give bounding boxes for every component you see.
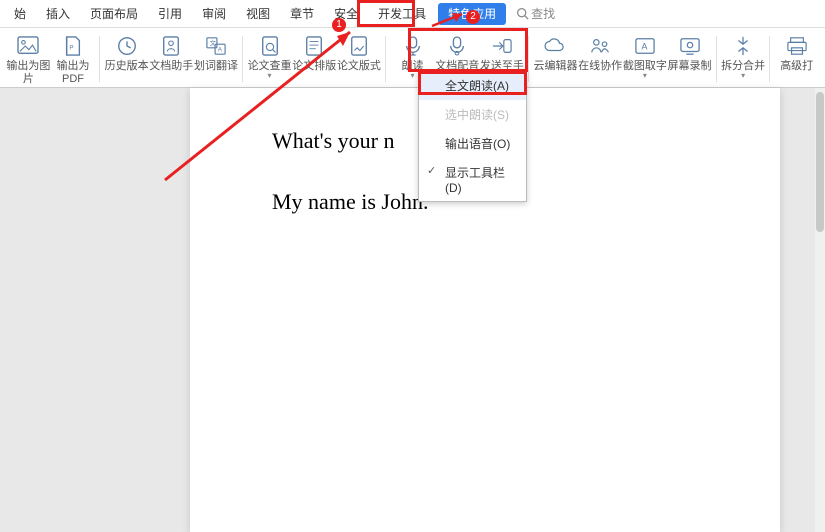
paper-format-button[interactable]: 论文版式 (337, 32, 382, 86)
print-icon (786, 36, 808, 56)
tab-insert[interactable]: 插入 (36, 0, 80, 28)
dropdown-show-toolbar[interactable]: ✓显示工具栏(D) (419, 158, 526, 201)
tab-special-apps[interactable]: 特色应用 (438, 3, 506, 25)
export-image-button[interactable]: 输出为图片 (6, 32, 51, 86)
dropdown-output-voice[interactable]: 输出语音(O) (419, 129, 526, 158)
tab-review[interactable]: 审阅 (192, 0, 236, 28)
svg-text:A: A (641, 42, 648, 52)
online-collab-button[interactable]: 在线协作 (578, 32, 623, 86)
pdf-icon: P (63, 35, 83, 57)
cloud-editor-button[interactable]: 云编辑器 (533, 32, 578, 86)
paper-format-icon (349, 35, 369, 57)
svg-text:文: 文 (210, 38, 217, 47)
assistant-icon (161, 35, 181, 57)
send-phone-icon (491, 36, 513, 56)
read-aloud-dropdown: 全文朗读(A) 选中朗读(S) 输出语音(O) ✓显示工具栏(D) (418, 70, 527, 202)
history-button[interactable]: 历史版本 (104, 32, 149, 86)
tab-start[interactable]: 始 (4, 0, 36, 28)
chevron-down-icon: ▾ (268, 71, 272, 80)
split-merge-icon (733, 35, 753, 57)
collab-icon (589, 36, 611, 56)
export-pdf-button[interactable]: P输出为PDF (51, 32, 96, 86)
menu-tab-bar: 始 插入 页面布局 引用 审阅 视图 章节 安全 开发工具 特色应用 查找 (0, 0, 825, 28)
record-icon (679, 36, 701, 56)
document-workspace: What's your n My name is John. (0, 88, 825, 532)
screenshot-icon: A (634, 36, 656, 56)
split-merge-button[interactable]: 拆分合并▾ (721, 32, 766, 86)
search-box[interactable]: 查找 (516, 5, 555, 22)
chevron-down-icon: ▾ (643, 71, 647, 80)
chevron-down-icon: ▾ (741, 71, 745, 80)
check-icon: ✓ (427, 164, 436, 177)
paper-check-button[interactable]: 论文查重▾ (247, 32, 292, 86)
svg-text:A: A (218, 46, 223, 53)
ribbon-toolbar: 输出为图片 P输出为PDF 历史版本 文档助手 文A划词翻译 论文查重▾ 论文排… (0, 28, 825, 88)
cloud-icon (543, 37, 567, 55)
tab-security[interactable]: 安全 (324, 0, 368, 28)
voice-icon (448, 35, 466, 57)
doc-assistant-button[interactable]: 文档助手 (149, 32, 194, 86)
tab-view[interactable]: 视图 (236, 0, 280, 28)
screenshot-text-button[interactable]: A截图取字▾ (623, 32, 668, 86)
search-icon (516, 7, 529, 20)
paper-check-icon (260, 35, 280, 57)
advanced-print-button[interactable]: 高级打 (774, 32, 819, 86)
scrollbar-thumb[interactable] (816, 92, 824, 232)
paper-layout-button[interactable]: 论文排版 (292, 32, 337, 86)
history-icon (116, 35, 138, 57)
tab-developer[interactable]: 开发工具 (368, 0, 436, 28)
paper-layout-icon (304, 35, 324, 57)
dropdown-selection-read: 选中朗读(S) (419, 100, 526, 129)
translate-button[interactable]: 文A划词翻译 (194, 32, 239, 86)
translate-icon: 文A (205, 36, 227, 56)
tab-chapter[interactable]: 章节 (280, 0, 324, 28)
svg-text:P: P (69, 45, 73, 52)
image-icon (17, 36, 39, 56)
tab-page-layout[interactable]: 页面布局 (80, 0, 148, 28)
microphone-icon (404, 35, 422, 57)
search-placeholder: 查找 (531, 5, 555, 22)
dropdown-full-read[interactable]: 全文朗读(A) (419, 71, 526, 100)
chevron-down-icon: ▾ (411, 71, 415, 80)
vertical-scrollbar[interactable] (815, 88, 825, 532)
screen-record-button[interactable]: 屏幕录制 (667, 32, 712, 86)
tab-references[interactable]: 引用 (148, 0, 192, 28)
